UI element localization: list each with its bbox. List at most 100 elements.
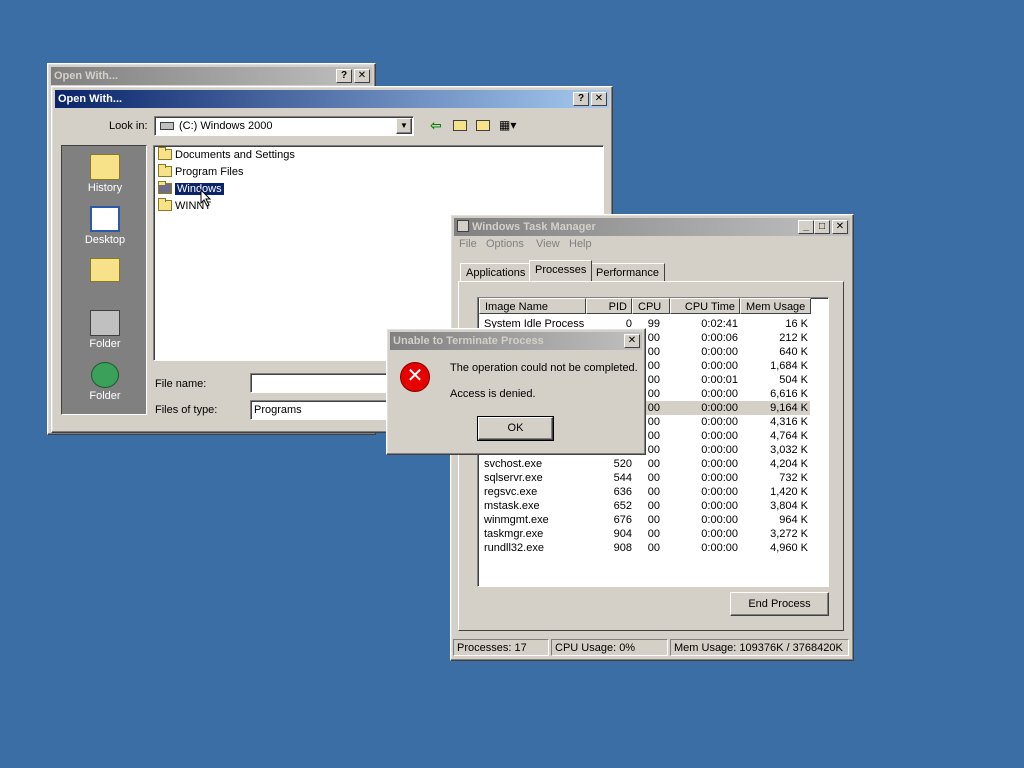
list-item-selected[interactable]: Windows (158, 181, 224, 196)
help-button[interactable]: ? (573, 92, 589, 106)
places-bar: History Desktop Folder Folder (61, 145, 147, 415)
menu-help[interactable]: Help (569, 238, 592, 250)
new-folder-icon[interactable] (476, 120, 490, 131)
menu-view[interactable]: View (536, 238, 560, 250)
table-cell: 0:00:00 (701, 528, 738, 540)
close-button[interactable]: ✕ (354, 69, 370, 83)
table-cell: 4,764 K (770, 430, 808, 442)
chevron-down-icon[interactable]: ▼ (396, 118, 412, 134)
table-row[interactable]: taskmgr.exe 904 00 0:00:00 3,272 K (480, 527, 810, 541)
table-row[interactable]: winmgmt.exe 676 00 0:00:00 964 K (480, 513, 810, 527)
error-message: The operation could not be completed. (450, 362, 638, 374)
table-cell: 16 K (785, 318, 808, 330)
table-cell: 0:00:00 (701, 416, 738, 428)
table-row[interactable]: sqlservr.exe 544 00 0:00:00 732 K (480, 471, 810, 485)
table-cell: 908 (613, 542, 632, 554)
table-cell: 00 (647, 486, 660, 498)
up-folder-icon[interactable] (453, 120, 467, 131)
table-cell: 0:00:00 (701, 500, 738, 512)
column-cpu[interactable]: CPU (632, 298, 670, 314)
back-arrow-icon[interactable]: ⇦ (430, 117, 442, 134)
table-cell: sqlservr.exe (484, 472, 543, 484)
close-button[interactable]: ✕ (832, 220, 848, 234)
table-cell: 00 (647, 472, 660, 484)
places-my-computer[interactable]: Folder (62, 310, 148, 350)
look-in-dropdown[interactable]: (C:) Windows 2000 ▼ (154, 116, 414, 136)
table-cell: 0:00:00 (701, 472, 738, 484)
folder-icon (158, 181, 172, 194)
tab-performance[interactable]: Performance (590, 263, 665, 281)
error-dialog-title: Unable to Terminate Process (393, 335, 544, 347)
table-cell: 9,164 K (770, 402, 808, 414)
close-button[interactable]: ✕ (591, 92, 607, 106)
table-row[interactable]: mstask.exe 652 00 0:00:00 3,804 K (480, 499, 810, 513)
table-cell: 0:00:00 (701, 514, 738, 526)
table-cell: 0:00:06 (701, 332, 738, 344)
folder-icon (90, 258, 120, 282)
table-cell: 0:00:00 (701, 444, 738, 456)
places-network-label: Folder (89, 390, 121, 402)
places-history[interactable]: History (62, 154, 148, 194)
help-button[interactable]: ? (336, 69, 352, 83)
close-button[interactable]: ✕ (624, 334, 640, 348)
table-cell: 4,204 K (770, 458, 808, 470)
column-image-name[interactable]: Image Name (479, 298, 586, 314)
column-cpu-time[interactable]: CPU Time (670, 298, 740, 314)
status-processes: Processes: 17 (453, 639, 549, 656)
table-cell: 520 (613, 458, 632, 470)
minimize-button[interactable]: _ (798, 220, 814, 234)
look-in-label: Look in: (109, 120, 148, 132)
open-with-back-titlebar[interactable]: Open With... ? ✕ (51, 67, 372, 85)
open-with-titlebar[interactable]: Open With... ? ✕ (55, 90, 609, 108)
menu-file[interactable]: File (459, 238, 477, 250)
table-cell: 0:00:00 (701, 430, 738, 442)
list-item[interactable]: Program Files (158, 164, 243, 179)
table-cell: 0:00:00 (701, 346, 738, 358)
view-menu-icon[interactable]: ▦▾ (499, 118, 516, 132)
table-cell: 0:00:00 (701, 458, 738, 470)
end-process-button[interactable]: End Process (730, 592, 829, 616)
table-row[interactable]: regsvc.exe 636 00 0:00:00 1,420 K (480, 485, 810, 499)
maximize-button[interactable]: □ (814, 220, 830, 234)
folder-icon (158, 198, 172, 211)
error-icon: ✕ (400, 362, 430, 392)
table-cell: 4,960 K (770, 542, 808, 554)
table-row[interactable]: rundll32.exe 908 00 0:00:00 4,960 K (480, 541, 810, 555)
table-cell: taskmgr.exe (484, 528, 544, 540)
places-network[interactable]: Folder (62, 362, 148, 402)
status-mem-usage: Mem Usage: 109376K / 3768420K (670, 639, 849, 656)
places-my-documents[interactable] (62, 258, 148, 284)
table-cell: rundll32.exe (484, 542, 544, 554)
error-dialog: Unable to Terminate Process ✕ ✕ The oper… (386, 328, 646, 455)
ok-button[interactable]: OK (477, 416, 554, 441)
table-cell: 00 (647, 458, 660, 470)
table-cell: winmgmt.exe (484, 514, 549, 526)
folder-icon (158, 164, 172, 177)
column-pid[interactable]: PID (586, 298, 632, 314)
places-computer-label: Folder (89, 338, 121, 350)
open-with-back-title: Open With... (54, 70, 119, 82)
status-cpu-usage: CPU Usage: 0% (551, 639, 668, 656)
table-row[interactable]: svchost.exe 520 00 0:00:00 4,204 K (480, 457, 810, 471)
list-item[interactable]: Documents and Settings (158, 147, 295, 162)
network-globe-icon (91, 362, 119, 388)
places-desktop-label: Desktop (84, 234, 126, 246)
table-cell: 00 (647, 514, 660, 526)
table-cell: 964 K (779, 514, 808, 526)
task-manager-app-icon (457, 220, 469, 232)
task-manager-titlebar[interactable]: Windows Task Manager _ □ ✕ (454, 218, 850, 236)
table-cell: 00 (647, 500, 660, 512)
table-cell: 652 (613, 500, 632, 512)
tab-applications[interactable]: Applications (460, 263, 532, 281)
error-dialog-titlebar[interactable]: Unable to Terminate Process ✕ (390, 332, 642, 350)
error-detail: Access is denied. (450, 388, 536, 400)
table-cell: mstask.exe (484, 500, 540, 512)
tab-processes[interactable]: Processes (529, 260, 593, 281)
table-cell: 3,032 K (770, 444, 808, 456)
menu-options[interactable]: Options (486, 238, 524, 250)
mouse-cursor-icon (200, 189, 212, 207)
places-desktop[interactable]: Desktop (62, 206, 148, 246)
table-cell: 0:00:00 (701, 486, 738, 498)
places-history-label: History (87, 182, 123, 194)
column-mem-usage[interactable]: Mem Usage (740, 298, 811, 314)
